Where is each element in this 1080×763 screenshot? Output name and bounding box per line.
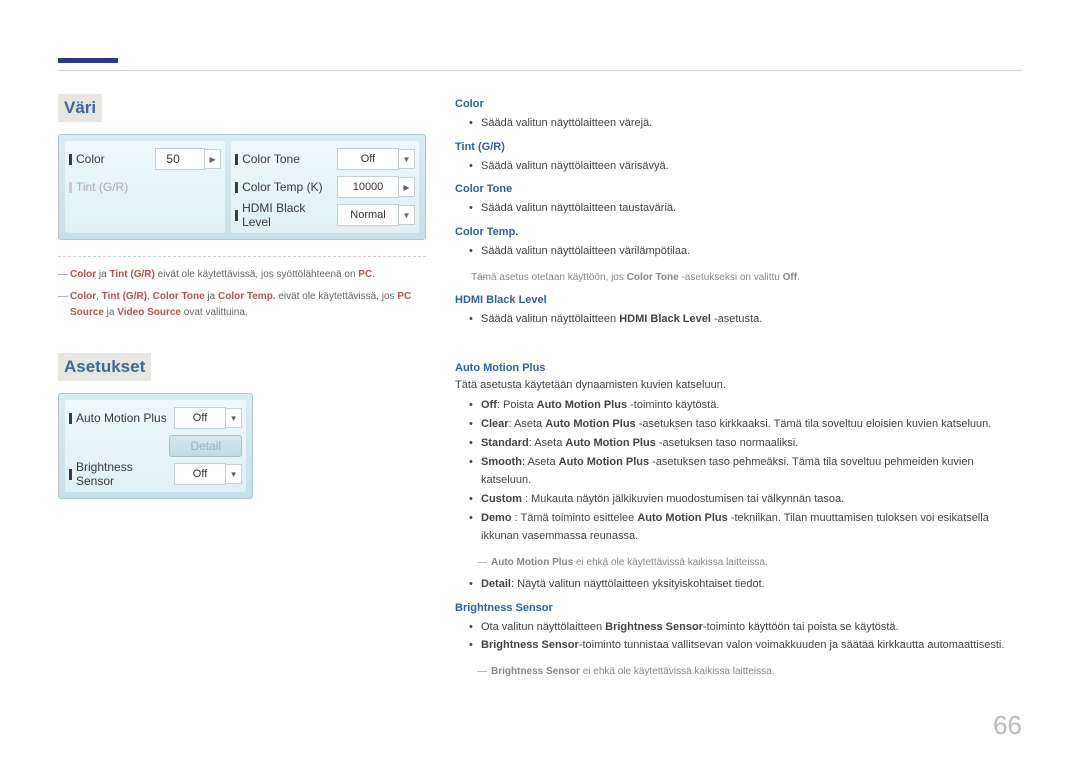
heading-color-temp: Color Temp.: [455, 226, 1025, 238]
note-color-temp: Tämä asetus otetaan käyttöön, jos Color …: [455, 269, 1025, 286]
section-title-asetukset: Asetukset: [58, 353, 151, 381]
chevron-down-icon[interactable]: ▼: [226, 464, 242, 484]
divider: [58, 256, 426, 257]
intro-auto-motion: Tätä asetusta käytetään dynaamisten kuvi…: [455, 379, 1025, 391]
amp-demo: Demo : Tämä toiminto esittelee Auto Moti…: [455, 509, 1025, 546]
spin-right-icon[interactable]: ▶: [205, 149, 221, 169]
chevron-down-icon[interactable]: ▼: [226, 408, 242, 428]
value-auto-motion: Off: [193, 412, 207, 424]
amp-off: Off: Poista Auto Motion Plus -toiminto k…: [455, 396, 1025, 415]
desc-color-temp: Säädä valitun näyttölaitteen värilämpöti…: [455, 242, 1025, 261]
panel-color: Color 50 ▶ Tint (G/R) Color Tone Off ▼ C…: [58, 134, 426, 240]
section-title-vari: Väri: [58, 94, 102, 122]
chevron-down-icon[interactable]: ▼: [399, 149, 415, 169]
desc-tint: Säädä valitun näyttölaitteen värisävyä.: [455, 157, 1025, 176]
value-color: 50: [160, 152, 199, 166]
amp-standard: Standard: Aseta Auto Motion Plus -asetuk…: [455, 434, 1025, 453]
heading-brightness-sensor: Brightness Sensor: [455, 602, 1025, 614]
detail-button[interactable]: Detail: [169, 435, 242, 457]
amp-clear: Clear: Aseta Auto Motion Plus -asetuksen…: [455, 415, 1025, 434]
header-rule: [58, 70, 1022, 71]
amp-detail: Detail: Näytä valitun näyttölaitteen yks…: [455, 575, 1025, 594]
label-brightness-sensor: Brightness Sensor: [76, 460, 174, 488]
desc-hdmi-black: Säädä valitun näyttölaitteen HDMI Black …: [455, 310, 1025, 329]
heading-color: Color: [455, 98, 1025, 110]
note-brightness-sensor: Brightness Sensor ei ehkä ole käytettävi…: [455, 663, 1025, 680]
spin-right-icon[interactable]: ▶: [399, 177, 415, 197]
label-color-temp: Color Temp (K): [242, 180, 322, 194]
value-color-tone: Off: [361, 153, 375, 165]
label-tint: Tint (G/R): [76, 180, 128, 194]
page-number: 66: [993, 710, 1022, 741]
bs-line2: Brightness Sensor-toiminto tunnistaa val…: [455, 636, 1025, 655]
footnote-2: ― Color, Tint (G/R), Color Tone ja Color…: [58, 289, 426, 321]
amp-custom: Custom : Mukauta näytön jälkikuvien muod…: [455, 490, 1025, 509]
header-accent: [58, 58, 118, 63]
panel-settings: Auto Motion Plus Off ▼ Detail Brightness…: [58, 393, 253, 499]
label-hdmi-black: HDMI Black Level: [242, 201, 337, 229]
note-auto-motion: Auto Motion Plus ei ehkä ole käytettävis…: [455, 554, 1025, 571]
desc-color: Säädä valitun näyttölaitteen värejä.: [455, 114, 1025, 133]
heading-tint: Tint (G/R): [455, 141, 1025, 153]
desc-color-tone: Säädä valitun näyttölaitteen taustaväriä…: [455, 199, 1025, 218]
label-color-tone: Color Tone: [242, 152, 300, 166]
heading-color-tone: Color Tone: [455, 183, 1025, 195]
heading-auto-motion: Auto Motion Plus: [455, 362, 1025, 374]
footnote-1: ― Color ja Tint (G/R) eivät ole käytettä…: [58, 267, 426, 283]
label-auto-motion: Auto Motion Plus: [76, 411, 167, 425]
value-color-temp: 10000: [353, 181, 384, 193]
bs-line1: Ota valitun näyttölaitteen Brightness Se…: [455, 618, 1025, 637]
value-brightness-sensor: Off: [193, 468, 207, 480]
chevron-down-icon[interactable]: ▼: [399, 205, 415, 225]
amp-smooth: Smooth: Aseta Auto Motion Plus -asetukse…: [455, 453, 1025, 490]
heading-hdmi-black: HDMI Black Level: [455, 294, 1025, 306]
label-color: Color: [76, 152, 105, 166]
value-hdmi-black: Normal: [350, 209, 385, 221]
